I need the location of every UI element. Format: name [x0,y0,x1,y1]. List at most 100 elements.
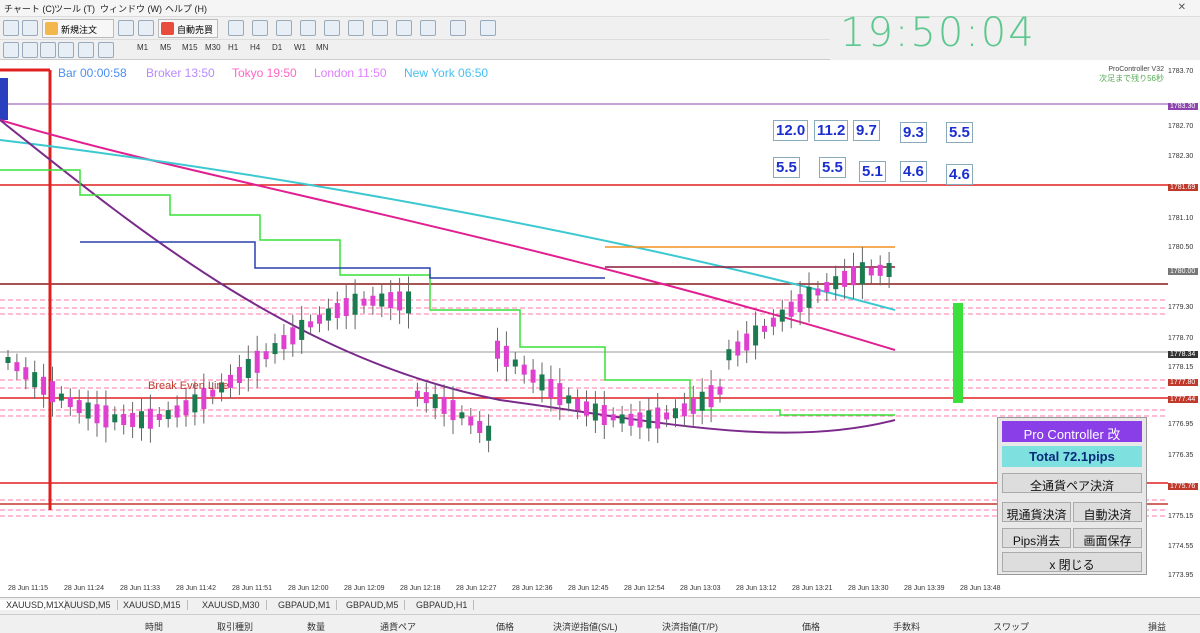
col-price2[interactable]: 価格 [802,620,820,633]
menu-chart[interactable]: チャート (C) [4,2,55,15]
periods-icon[interactable] [450,20,466,36]
candle-chart-icon[interactable] [252,20,268,36]
tab-gbpaud-m1[interactable]: GBPAUD,M1 [272,600,338,610]
time-tick-label: 28 Jun 12:45 [568,585,609,592]
shift-icon[interactable] [396,20,412,36]
price-tick-label: 1778.15 [1168,364,1194,371]
tf-w1[interactable]: W1 [294,43,306,52]
price-tick-label: 1778.70 [1168,335,1194,342]
tf-m1[interactable]: M1 [137,43,148,52]
menu-help[interactable]: ヘルプ (H) [165,2,207,15]
col-price[interactable]: 価格 [496,620,514,633]
price-tick-label: 1782.30 [1168,153,1194,160]
candle-body [41,376,47,395]
pip-box: 5.1 [859,161,886,182]
auto-trade-label: 自動売買 [177,25,214,35]
save-screen-button[interactable]: 画面保存 [1073,528,1142,548]
price-tick-label: 1774.55 [1168,543,1194,550]
time-tick-label: 28 Jun 11:24 [64,585,104,592]
candle-body [851,266,856,286]
candle-body [717,386,723,395]
menu-tools[interactable]: ツール (T) [54,2,95,15]
close-all-pairs-button[interactable]: 全通貨ペア決済 [1002,473,1142,493]
col-type[interactable]: 取引種別 [217,620,253,633]
tf-h1[interactable]: H1 [228,43,238,52]
indicators-icon[interactable] [420,20,436,36]
auto-close-button[interactable]: 自動決済 [1073,502,1142,522]
close-panel-button[interactable]: x 閉じる [1002,552,1142,572]
candle-body [228,374,233,388]
col-time[interactable]: 時間 [145,620,163,633]
candle-body [5,357,11,363]
time-tick-label: 28 Jun 13:21 [792,585,833,592]
col-volume[interactable]: 数量 [307,620,325,633]
candle-body [646,410,652,429]
candle-body [236,367,242,384]
bar-timer: Bar 00:00:58 [58,66,127,80]
broker-time: Broker 13:50 [146,66,215,80]
col-swap[interactable]: スワップ [993,620,1029,633]
candle-body [842,270,848,287]
col-sl[interactable]: 決済逆指値(S/L) [553,620,618,633]
price-tick-label: 1781.69 [1168,184,1198,191]
candle-body [699,391,705,411]
candle-body [263,351,269,360]
price-tick-label: 1776.95 [1168,421,1194,428]
tf-h4[interactable]: H4 [250,43,260,52]
close-current-button[interactable]: 現通貨決済 [1002,502,1071,522]
crosshair-icon[interactable] [22,42,38,58]
london-time: London 11:50 [314,66,387,80]
tf-m30[interactable]: M30 [205,43,221,52]
globe-icon[interactable] [138,20,154,36]
col-tp[interactable]: 決済指値(T/P) [662,620,718,633]
pip-box: 5.5 [946,122,973,143]
autoscroll-icon[interactable] [372,20,388,36]
auto-trade-button[interactable]: 自動売買 [158,19,218,38]
chart-tabs: XAUUSD,M1 XAUUSD,M5 XAUUSD,M15 XAUUSD,M3… [0,597,1200,614]
candle-body [824,282,830,293]
tab-gbpaud-h1[interactable]: GBPAUD,H1 [410,600,475,610]
tab-xauusd-m30[interactable]: XAUUSD,M30 [196,600,267,610]
bar-chart-icon[interactable] [228,20,244,36]
tab-xauusd-m5[interactable]: XAUUSD,M5 [52,600,118,610]
hline-icon[interactable] [40,42,56,58]
new-order-button[interactable]: 新規注文 [42,19,114,38]
trendline-icon[interactable] [78,42,94,58]
tf-m5[interactable]: M5 [160,43,171,52]
candle-body [432,394,438,409]
line-chart-icon[interactable] [276,20,292,36]
zoom-out-icon[interactable] [324,20,340,36]
rect-icon[interactable] [58,42,74,58]
chart-plus-icon[interactable] [22,20,38,36]
tile-icon[interactable] [348,20,364,36]
text-icon[interactable] [98,42,114,58]
time-tick-label: 28 Jun 11:33 [120,585,160,592]
candle-body [868,267,874,276]
candle-body [815,288,821,296]
zoom-in-icon[interactable] [300,20,316,36]
navigator-icon[interactable] [118,20,134,36]
price-chart[interactable]: Bar 00:00:58 Broker 13:50 Tokyo 19:50 Lo… [0,60,1200,597]
candle-body [886,263,892,278]
tab-gbpaud-m5[interactable]: GBPAUD,M5 [340,600,406,610]
clear-pips-button[interactable]: Pips消去 [1002,528,1071,548]
tf-mn[interactable]: MN [316,43,328,52]
candle-body [147,408,153,429]
col-commission[interactable]: 手数料 [893,620,920,633]
window-close-icon[interactable]: ✕ [1178,2,1186,13]
candle-body [343,298,349,317]
col-symbol[interactable]: 通貨ペア [380,620,416,633]
cursor-icon[interactable] [3,42,19,58]
terminal-column-header: 時間 取引種別 数量 通貨ペア 価格 決済逆指値(S/L) 決済指値(T/P) … [0,614,1200,633]
template-icon[interactable] [480,20,496,36]
time-tick-label: 28 Jun 11:15 [8,585,48,592]
tab-xauusd-m15[interactable]: XAUUSD,M15 [117,600,188,610]
zoom-icon[interactable] [3,20,19,36]
price-tick-label: 1773.95 [1168,572,1194,579]
tf-m15[interactable]: M15 [182,43,198,52]
col-profit[interactable]: 損益 [1148,620,1166,633]
candle-body [744,333,750,351]
tf-d1[interactable]: D1 [272,43,282,52]
candle-body [486,425,492,441]
menu-window[interactable]: ウィンドウ (W) [100,2,162,15]
